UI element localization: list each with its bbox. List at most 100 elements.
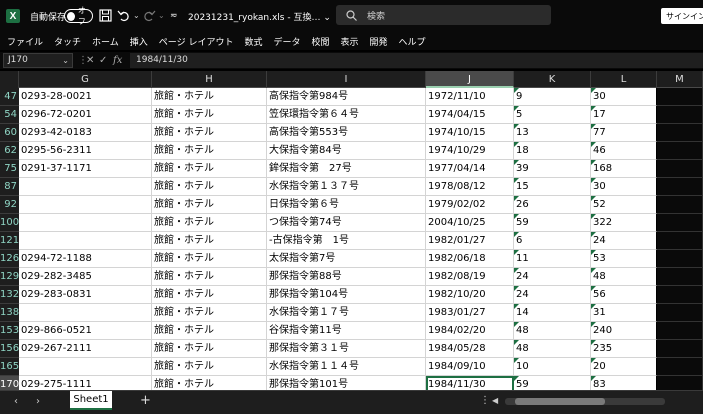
cell-k[interactable]: 59 <box>514 376 591 390</box>
cell-m[interactable] <box>657 196 703 214</box>
select-all-corner[interactable] <box>0 71 19 88</box>
cell-i[interactable]: 鉾保指令第 27号 <box>267 160 426 178</box>
column-header-l[interactable]: L <box>591 71 657 88</box>
cell-i[interactable]: 那保指令第88号 <box>267 268 426 286</box>
horizontal-scrollbar[interactable] <box>505 398 665 405</box>
row-header[interactable]: 170 <box>0 376 19 390</box>
cell-l[interactable]: 53 <box>591 250 657 268</box>
cell-j[interactable]: 1984/11/30 <box>426 376 514 390</box>
cell-m[interactable] <box>657 268 703 286</box>
cell-g[interactable] <box>19 232 152 250</box>
customize-toolbar-icon[interactable]: ≂ <box>170 9 178 23</box>
column-header-j[interactable]: J <box>426 71 514 88</box>
cell-l[interactable]: 56 <box>591 286 657 304</box>
cell-j[interactable]: 1978/08/12 <box>426 178 514 196</box>
cell-m[interactable] <box>657 322 703 340</box>
cell-l[interactable]: 46 <box>591 142 657 160</box>
row-header[interactable]: 132 <box>0 286 19 304</box>
tab-page-layout[interactable]: ページ レイアウト <box>159 35 234 48</box>
cell-l[interactable]: 168 <box>591 160 657 178</box>
scroll-left-icon[interactable]: ‹ <box>14 396 18 407</box>
tab-insert[interactable]: 挿入 <box>130 35 148 48</box>
cell-k[interactable]: 18 <box>514 142 591 160</box>
cell-m[interactable] <box>657 124 703 142</box>
sheet-tab-sheet1[interactable]: Sheet1 <box>70 391 112 410</box>
column-header-i[interactable]: I <box>267 71 426 88</box>
cell-j[interactable]: 1984/09/10 <box>426 358 514 376</box>
cell-k[interactable]: 48 <box>514 340 591 358</box>
row-header[interactable]: 60 <box>0 124 19 142</box>
cell-k[interactable]: 39 <box>514 160 591 178</box>
cell-k[interactable]: 13 <box>514 124 591 142</box>
formula-input[interactable]: 1984/11/30 <box>130 53 703 68</box>
cell-l[interactable]: 48 <box>591 268 657 286</box>
cell-j[interactable]: 1982/01/27 <box>426 232 514 250</box>
tab-touch[interactable]: タッチ <box>54 35 81 48</box>
cell-g[interactable]: 0293-28-0021 <box>19 88 152 106</box>
enter-icon[interactable]: ✓ <box>99 54 107 67</box>
cell-l[interactable]: 83 <box>591 376 657 390</box>
cell-h[interactable]: 旅館・ホテル <box>152 106 267 124</box>
signin-button[interactable]: サインイン <box>661 8 703 24</box>
cell-g[interactable] <box>19 196 152 214</box>
row-header[interactable]: 138 <box>0 304 19 322</box>
cell-j[interactable]: 1982/06/18 <box>426 250 514 268</box>
cell-g[interactable] <box>19 358 152 376</box>
row-header[interactable]: 87 <box>0 178 19 196</box>
redo-dropdown-icon[interactable]: ⌄ <box>158 9 165 23</box>
cell-h[interactable]: 旅館・ホテル <box>152 376 267 390</box>
cell-j[interactable]: 1979/02/02 <box>426 196 514 214</box>
row-header[interactable]: 153 <box>0 322 19 340</box>
tab-help[interactable]: ヘルプ <box>399 35 426 48</box>
cell-h[interactable]: 旅館・ホテル <box>152 286 267 304</box>
chevron-down-icon[interactable]: ⌄ <box>62 54 69 67</box>
cell-j[interactable]: 1984/05/28 <box>426 340 514 358</box>
tab-formulas[interactable]: 数式 <box>244 35 262 48</box>
cell-j[interactable]: 1972/11/10 <box>426 88 514 106</box>
cell-l[interactable]: 52 <box>591 196 657 214</box>
cell-m[interactable] <box>657 106 703 124</box>
cell-k[interactable]: 11 <box>514 250 591 268</box>
cell-l[interactable]: 20 <box>591 358 657 376</box>
document-title[interactable]: 20231231_ryokan.xls - 互換… ⌄ <box>188 10 331 23</box>
add-sheet-button[interactable]: + <box>140 393 151 408</box>
row-header[interactable]: 126 <box>0 250 19 268</box>
cell-l[interactable]: 31 <box>591 304 657 322</box>
name-box[interactable]: J170 ⌄ <box>3 53 73 68</box>
cell-m[interactable] <box>657 304 703 322</box>
scroll-right-icon[interactable]: › <box>36 396 40 407</box>
cell-m[interactable] <box>657 88 703 106</box>
row-header[interactable]: 121 <box>0 232 19 250</box>
save-icon[interactable] <box>99 9 112 23</box>
row-header[interactable]: 100 <box>0 214 19 232</box>
search-input[interactable]: 検索 <box>336 5 551 25</box>
scrollbar-thumb[interactable] <box>515 398 605 405</box>
cell-g[interactable] <box>19 304 152 322</box>
cell-i[interactable]: つ保指令第74号 <box>267 214 426 232</box>
cell-m[interactable] <box>657 232 703 250</box>
cell-g[interactable]: 0293-42-0183 <box>19 124 152 142</box>
cell-g[interactable]: 0296-72-0201 <box>19 106 152 124</box>
cell-i[interactable]: 水保指令第１３７号 <box>267 178 426 196</box>
cell-m[interactable] <box>657 178 703 196</box>
row-header[interactable]: 62 <box>0 142 19 160</box>
undo-dropdown-icon[interactable]: ⌄ <box>133 9 140 23</box>
cell-k[interactable]: 24 <box>514 268 591 286</box>
cell-i[interactable]: -古保指令第 1号 <box>267 232 426 250</box>
cell-l[interactable]: 17 <box>591 106 657 124</box>
undo-icon[interactable] <box>117 9 131 23</box>
cell-m[interactable] <box>657 214 703 232</box>
cell-g[interactable] <box>19 178 152 196</box>
tab-file[interactable]: ファイル <box>7 35 43 48</box>
row-header[interactable]: 54 <box>0 106 19 124</box>
tab-home[interactable]: ホーム <box>92 35 119 48</box>
cell-l[interactable]: 30 <box>591 178 657 196</box>
cell-i[interactable]: 那保指令第104号 <box>267 286 426 304</box>
cell-k[interactable]: 6 <box>514 232 591 250</box>
column-header-k[interactable]: K <box>514 71 591 88</box>
cell-h[interactable]: 旅館・ホテル <box>152 196 267 214</box>
cell-h[interactable]: 旅館・ホテル <box>152 322 267 340</box>
cell-i[interactable]: 日保指令第６号 <box>267 196 426 214</box>
cell-h[interactable]: 旅館・ホテル <box>152 178 267 196</box>
cell-m[interactable] <box>657 250 703 268</box>
